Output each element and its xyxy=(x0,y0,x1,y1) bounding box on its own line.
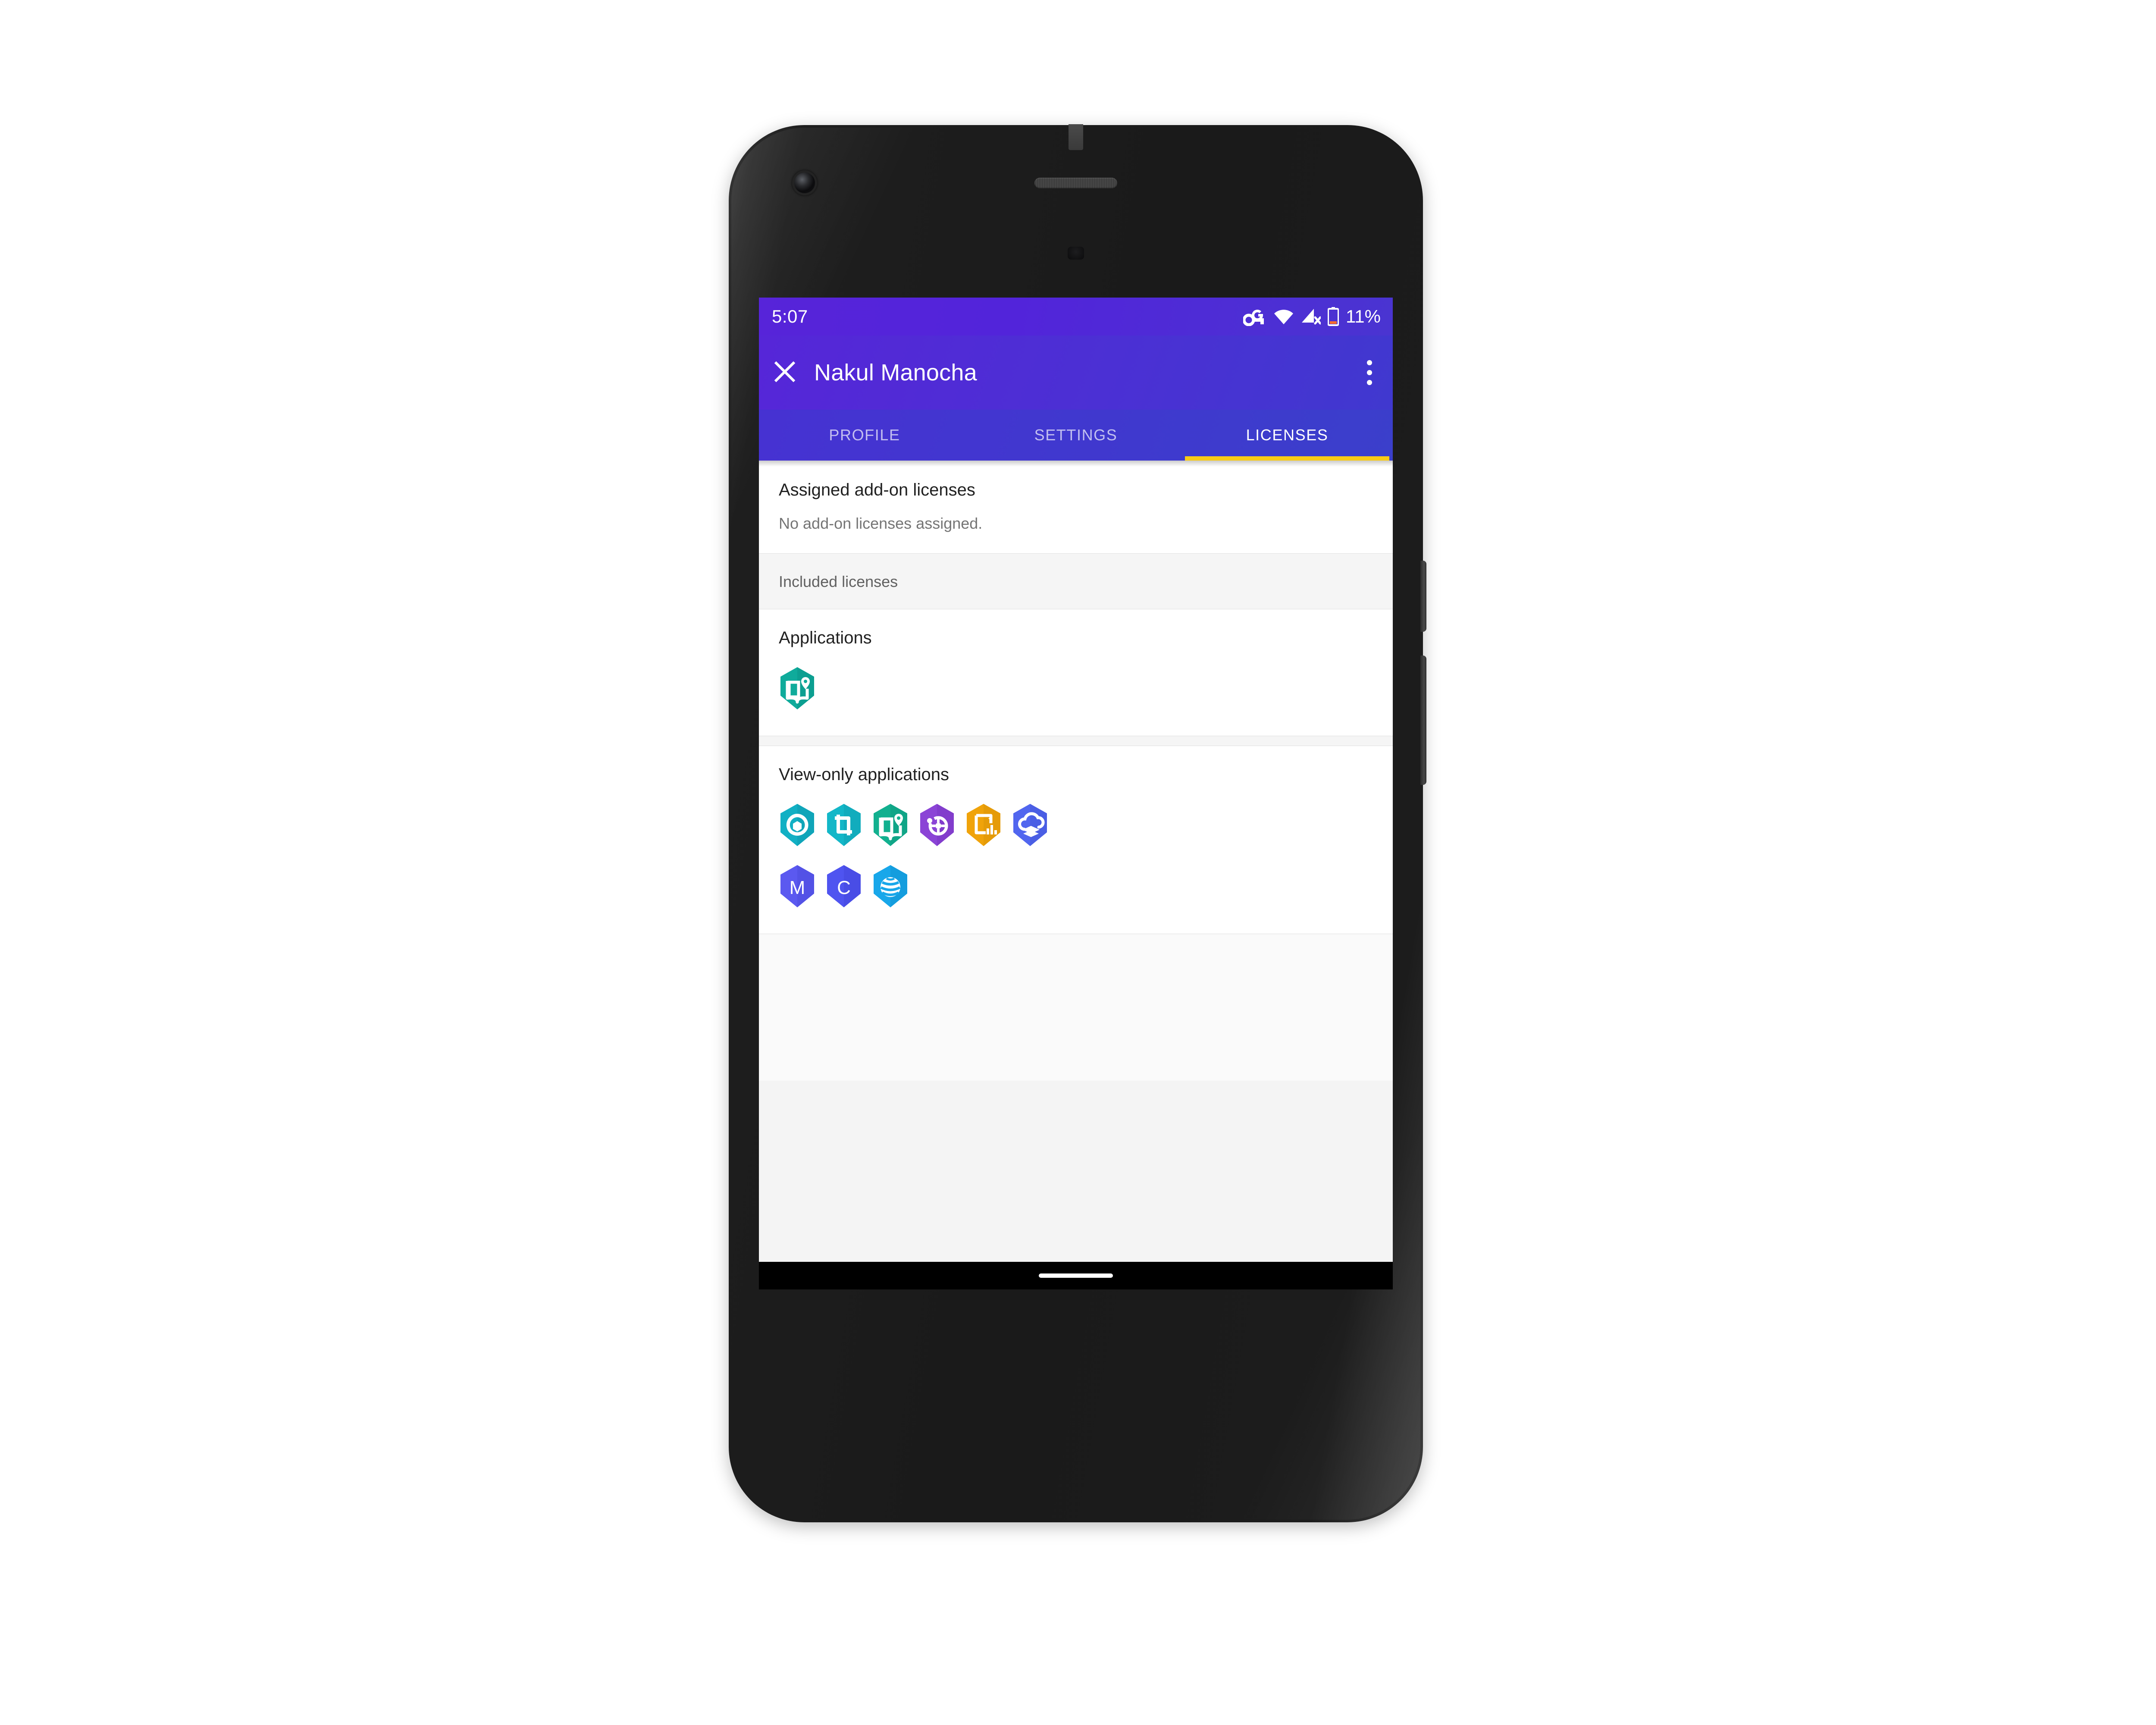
more-options-icon-dot xyxy=(1367,360,1372,365)
proximity-sensor xyxy=(1068,247,1084,260)
licenses-content: Assigned add-on licenses No add-on licen… xyxy=(759,461,1393,1262)
battery-percent: 11% xyxy=(1346,306,1381,327)
chart-report-app-icon[interactable] xyxy=(965,803,1002,847)
status-time: 5:07 xyxy=(772,306,808,327)
antenna-band xyxy=(1069,124,1083,150)
applications-heading: Applications xyxy=(779,628,1373,648)
view-only-icon-grid: M C xyxy=(779,803,1063,908)
assigned-addon-empty-text: No add-on licenses assigned. xyxy=(759,500,1393,553)
applications-section: Applications xyxy=(759,609,1393,736)
front-camera xyxy=(794,172,815,193)
section-gap xyxy=(759,736,1393,746)
book-map-pin-app-icon[interactable] xyxy=(779,667,816,710)
wifi-icon xyxy=(1273,308,1294,325)
globe-sphere-app-icon[interactable] xyxy=(872,865,909,908)
phone-device: 5:07 xyxy=(729,125,1423,1522)
status-icons: 11% xyxy=(1243,306,1381,327)
spiral-nodes-app-icon[interactable] xyxy=(779,803,816,847)
earpiece-speaker xyxy=(1034,178,1117,188)
svg-text:M: M xyxy=(790,877,805,898)
home-indicator[interactable] xyxy=(1039,1273,1113,1278)
more-options-button[interactable] xyxy=(1367,360,1372,385)
more-options-icon-dot xyxy=(1367,380,1372,385)
book-map-pin-app-icon[interactable] xyxy=(872,803,909,847)
more-options-icon-dot xyxy=(1367,370,1372,375)
tab-bar: PROFILE SETTINGS LICENSES xyxy=(759,410,1393,461)
vpn-key-g-icon xyxy=(1243,307,1266,326)
power-button[interactable] xyxy=(1420,561,1426,632)
cloud-layers-app-icon[interactable] xyxy=(1012,803,1049,847)
letter-m-app-icon[interactable]: M xyxy=(779,865,816,908)
steering-wheel-app-icon[interactable] xyxy=(918,803,956,847)
view-only-applications-section: View-only applications xyxy=(759,746,1393,934)
close-icon xyxy=(774,361,796,385)
tab-settings[interactable]: SETTINGS xyxy=(970,410,1181,461)
tab-licenses[interactable]: LICENSES xyxy=(1181,410,1393,461)
letter-c-app-icon[interactable]: C xyxy=(825,865,862,908)
applications-icon-grid xyxy=(779,667,1373,710)
included-licenses-band: Included licenses xyxy=(759,554,1393,609)
page-title: Nakul Manocha xyxy=(814,359,977,386)
status-bar: 5:07 xyxy=(759,298,1393,336)
assigned-addon-heading: Assigned add-on licenses xyxy=(759,461,1393,500)
crop-frame-app-icon[interactable] xyxy=(825,803,862,847)
tab-profile[interactable]: PROFILE xyxy=(759,410,970,461)
cellular-no-sim-icon xyxy=(1301,308,1321,325)
screenshot-stage: 5:07 xyxy=(0,0,2156,1725)
battery-icon xyxy=(1328,307,1339,326)
system-navigation-bar xyxy=(759,1262,1393,1289)
content-spacer xyxy=(759,934,1393,1081)
phone-screen: 5:07 xyxy=(759,298,1393,1289)
app-bar: Nakul Manocha xyxy=(759,336,1393,410)
volume-button[interactable] xyxy=(1420,656,1426,785)
assigned-addon-card: Assigned add-on licenses No add-on licen… xyxy=(759,461,1393,553)
view-only-heading: View-only applications xyxy=(779,765,1373,784)
close-button[interactable] xyxy=(759,361,811,385)
svg-text:C: C xyxy=(837,877,851,898)
